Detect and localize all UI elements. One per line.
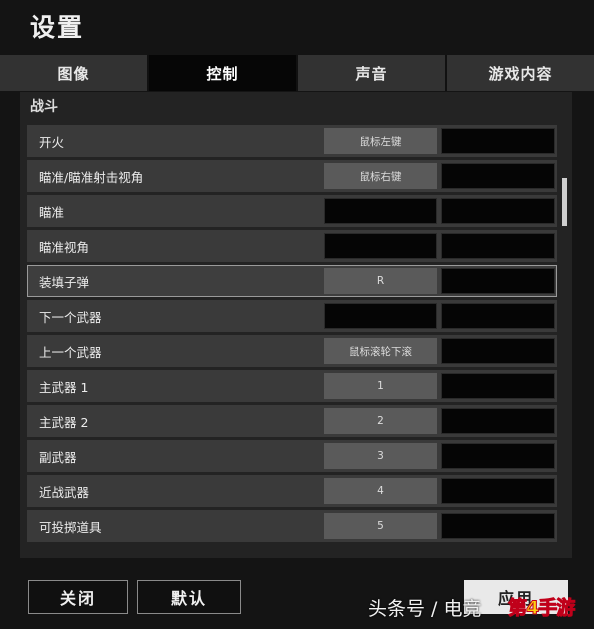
keybinding-row[interactable]: 开火 鼠标左键	[27, 125, 557, 157]
default-button[interactable]: 默认	[137, 580, 241, 614]
action-label: 主武器 1	[39, 379, 89, 395]
primary-key-slot[interactable]: 2	[324, 408, 437, 434]
scrollbar-thumb[interactable]	[562, 178, 567, 226]
secondary-key-slot[interactable]	[441, 233, 555, 259]
action-label: 近战武器	[39, 484, 90, 500]
close-button[interactable]: 关闭	[28, 580, 128, 614]
secondary-key-slot[interactable]	[441, 163, 555, 189]
primary-key-slot[interactable]: 鼠标滚轮下滚	[324, 338, 437, 364]
keybinding-row[interactable]: 装填子弹 R	[27, 265, 557, 297]
secondary-key-slot[interactable]	[441, 128, 555, 154]
action-label: 开火	[39, 134, 65, 150]
primary-key-slot[interactable]: 5	[324, 513, 437, 539]
keybinding-row[interactable]: 主武器 2 2	[27, 405, 557, 437]
action-label: 上一个武器	[39, 344, 102, 360]
secondary-key-slot[interactable]	[441, 338, 555, 364]
secondary-key-slot[interactable]	[441, 408, 555, 434]
primary-key-slot[interactable]: 3	[324, 443, 437, 469]
keybinding-row[interactable]: 可投掷道具 5	[27, 510, 557, 542]
watermark-text: 头条号 / 电竞	[368, 598, 482, 620]
keybinding-row[interactable]: 瞄准视角	[27, 230, 557, 262]
secondary-key-slot[interactable]	[441, 373, 555, 399]
watermark-logo: 第4手游	[507, 597, 575, 620]
primary-key-slot[interactable]: 4	[324, 478, 437, 504]
secondary-key-slot[interactable]	[441, 198, 555, 224]
primary-key-slot[interactable]	[324, 233, 437, 259]
secondary-key-slot[interactable]	[441, 443, 555, 469]
keybinding-row[interactable]: 近战武器 4	[27, 475, 557, 507]
tab-gameplay[interactable]: 游戏内容	[447, 55, 594, 91]
tab-audio[interactable]: 声音	[298, 55, 445, 91]
secondary-key-slot[interactable]	[441, 478, 555, 504]
keybinding-row[interactable]: 下一个武器	[27, 300, 557, 332]
tab-graphics[interactable]: 图像	[0, 55, 147, 91]
keybinding-list: 开火 鼠标左键瞄准/瞄准射击视角 鼠标右键瞄准瞄准视角装填子弹 R 下一个武器上一个武器…	[27, 125, 557, 545]
keybinding-row[interactable]: 瞄准	[27, 195, 557, 227]
primary-key-slot[interactable]: 鼠标左键	[324, 128, 437, 154]
action-label: 副武器	[39, 449, 77, 465]
secondary-key-slot[interactable]	[441, 513, 555, 539]
window-title: 设置	[30, 13, 85, 42]
keybinding-row[interactable]: 上一个武器 鼠标滚轮下滚	[27, 335, 557, 367]
action-label: 装填子弹	[39, 274, 90, 290]
action-label: 可投掷道具	[39, 519, 102, 535]
primary-key-slot[interactable]: 1	[324, 373, 437, 399]
action-label: 主武器 2	[39, 414, 89, 430]
keybinding-row[interactable]: 主武器 1 1	[27, 370, 557, 402]
keybinding-row[interactable]: 瞄准/瞄准射击视角 鼠标右键	[27, 160, 557, 192]
keybinding-row[interactable]: 副武器 3	[27, 440, 557, 472]
primary-key-slot[interactable]	[324, 198, 437, 224]
primary-key-slot[interactable]: 鼠标右键	[324, 163, 437, 189]
action-label: 下一个武器	[39, 309, 102, 325]
tab-bar: 图像 控制 声音 游戏内容	[0, 55, 594, 91]
action-label: 瞄准	[39, 204, 65, 220]
primary-key-slot[interactable]	[324, 303, 437, 329]
keybinding-panel: 战斗 开火 鼠标左键瞄准/瞄准射击视角 鼠标右键瞄准瞄准视角装填子弹 R 下一个武器上一…	[20, 92, 572, 558]
primary-key-slot[interactable]: R	[324, 268, 437, 294]
tab-controls[interactable]: 控制	[149, 55, 296, 91]
secondary-key-slot[interactable]	[441, 268, 555, 294]
secondary-key-slot[interactable]	[441, 303, 555, 329]
action-label: 瞄准视角	[39, 239, 90, 255]
section-title: 战斗	[30, 99, 58, 115]
action-label: 瞄准/瞄准射击视角	[39, 169, 144, 185]
